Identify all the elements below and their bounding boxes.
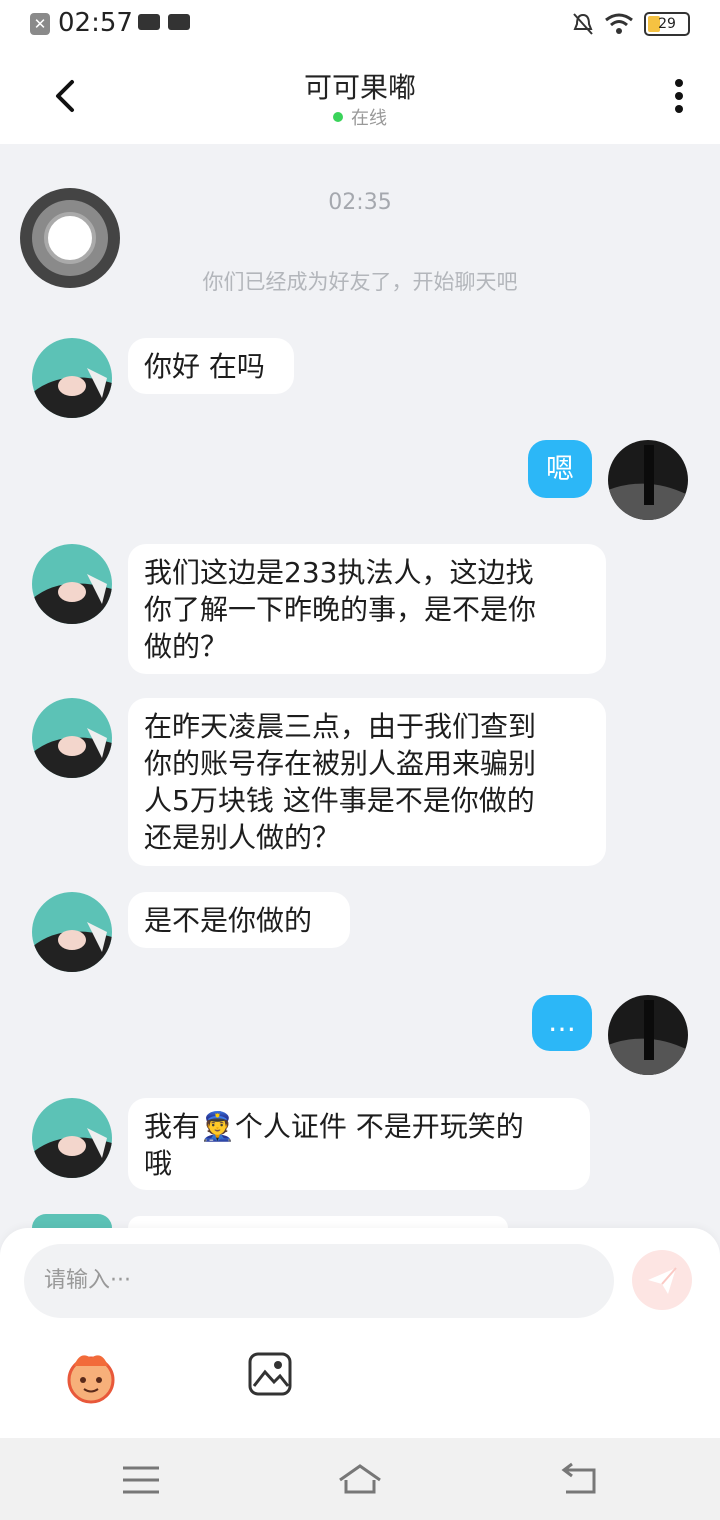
video-camera-icon [168,14,190,30]
message-bubble: 我们这边是233执法人，这边找 你了解一下昨晚的事，是不是你 做的？ [128,544,606,674]
back-icon[interactable] [558,1460,602,1500]
my-avatar[interactable] [608,995,688,1075]
status-bar: ✕ 02:57 29 [0,0,720,50]
online-dot-icon [333,112,343,122]
system-nav-bar [0,1438,720,1520]
home-icon[interactable] [338,1460,382,1500]
bell-off-icon [573,13,593,35]
message-bubble: 你好 在吗 [128,338,294,394]
contact-avatar [32,1214,112,1228]
input-panel: 请输入··· [0,1228,720,1438]
floating-assistive-button[interactable] [20,188,120,288]
message-input[interactable]: 请输入··· [24,1244,614,1318]
notification-close-icon: ✕ [30,13,50,35]
my-avatar[interactable] [608,440,688,520]
chat-header: 可可果嘟 在线 [0,50,720,144]
contact-avatar[interactable] [32,698,112,778]
online-status: 在线 [0,104,720,130]
battery-icon: 29 [644,12,690,36]
status-time: 02:57 [58,8,133,38]
message-bubble [128,1216,508,1228]
video-record-icon [138,14,160,30]
image-icon[interactable] [246,1350,294,1398]
contact-avatar[interactable] [32,1098,112,1178]
message-bubble-mine: 嗯 [528,440,592,498]
menu-icon[interactable] [119,1460,163,1500]
message-bubble: 是不是你做的 [128,892,350,948]
message-bubble: 我有👮个人证件 不是开玩笑的 哦 [128,1098,590,1190]
emoji-face-icon[interactable] [62,1348,120,1406]
message-bubble-mine: … [532,995,592,1051]
contact-avatar[interactable] [32,338,112,418]
contact-avatar[interactable] [32,892,112,972]
send-icon [648,1267,677,1294]
wifi-icon [605,13,633,34]
more-vertical-icon[interactable] [674,78,684,118]
message-bubble: 在昨天凌晨三点，由于我们查到 你的账号存在被别人盗用来骗别 人5万块钱 这件事是… [128,698,606,866]
contact-name: 可可果嘟 [303,71,416,104]
system-note: 你们已经成为好友了，开始聊天吧 [202,270,518,294]
send-button[interactable] [632,1250,692,1310]
contact-avatar[interactable] [32,544,112,624]
